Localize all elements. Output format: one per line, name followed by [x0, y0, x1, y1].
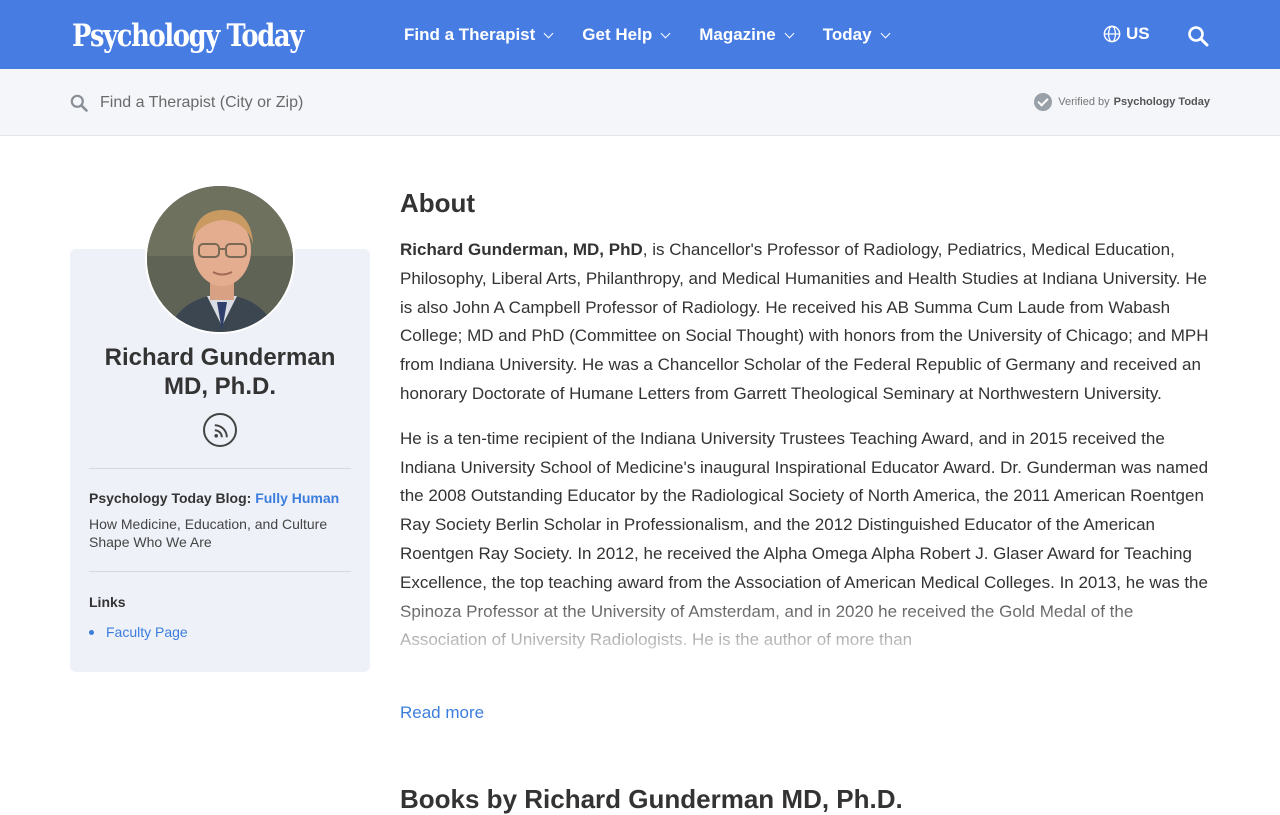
list-item: Faculty Page	[89, 624, 188, 640]
globe-icon	[1103, 25, 1121, 43]
therapist-search-input[interactable]	[100, 90, 700, 116]
nav-magazine[interactable]: Magazine	[699, 24, 795, 45]
checkmark-icon	[1034, 93, 1053, 111]
divider	[89, 468, 351, 469]
rss-icon	[214, 424, 228, 438]
verified-prefix: Verified by	[1058, 96, 1110, 108]
verified-badge: Verified by Psychology Today	[1034, 93, 1210, 111]
top-nav: Psychology Today Find a Therapist Get He…	[0, 0, 1280, 69]
blog-label: Psychology Today Blog:	[89, 490, 252, 506]
rss-feed-button[interactable]	[203, 413, 237, 447]
text-fade-overlay	[400, 590, 1212, 686]
divider	[89, 571, 351, 572]
search-icon	[70, 94, 88, 112]
nav-today-label: Today	[822, 24, 872, 44]
chevron-down-icon	[784, 28, 795, 38]
author-photo	[147, 186, 293, 332]
nav-magazine-label: Magazine	[699, 24, 776, 44]
blog-description: How Medicine, Education, and Culture Sha…	[89, 516, 328, 550]
read-more-link[interactable]: Read more	[400, 703, 484, 723]
nav-today[interactable]: Today	[822, 24, 890, 45]
nav-find-therapist[interactable]: Find a Therapist	[404, 24, 554, 45]
faculty-page-link[interactable]: Faculty Page	[106, 624, 188, 640]
locale-label: US	[1126, 24, 1150, 43]
main-menu: Find a Therapist Get Help Magazine Today	[404, 0, 919, 69]
about-heading: About	[400, 188, 476, 218]
person-name-line2: MD, Ph.D.	[164, 373, 276, 400]
blog-info: Psychology Today Blog: Fully Human	[89, 490, 339, 506]
chevron-down-icon	[543, 28, 554, 38]
verified-brand: Psychology Today	[1113, 96, 1210, 108]
site-logo[interactable]: Psychology Today	[72, 16, 304, 56]
locale-selector[interactable]: US	[1103, 24, 1150, 44]
nav-find-therapist-label: Find a Therapist	[404, 24, 536, 44]
chevron-down-icon	[660, 28, 671, 38]
chevron-down-icon	[880, 28, 890, 38]
avatar	[145, 184, 295, 334]
bio-paragraph1-text: , is Chancellor's Professor of Radiology…	[400, 240, 1209, 403]
person-name-line1: Richard Gunderman	[104, 344, 336, 371]
links-heading: Links	[89, 594, 126, 610]
therapist-search-bar: Verified by Psychology Today	[0, 69, 1280, 136]
person-name: Richard Gunderman MD, Ph.D.	[70, 343, 370, 401]
search-icon[interactable]	[1187, 25, 1209, 47]
nav-get-help-label: Get Help	[582, 24, 653, 44]
nav-get-help[interactable]: Get Help	[582, 24, 671, 45]
bio-name: Richard Gunderman, MD, PhD	[400, 240, 643, 259]
bio-paragraph: Richard Gunderman, MD, PhD, is Chancello…	[400, 236, 1212, 409]
blog-link[interactable]: Fully Human	[255, 490, 339, 506]
links-list: Faculty Page	[89, 624, 188, 640]
